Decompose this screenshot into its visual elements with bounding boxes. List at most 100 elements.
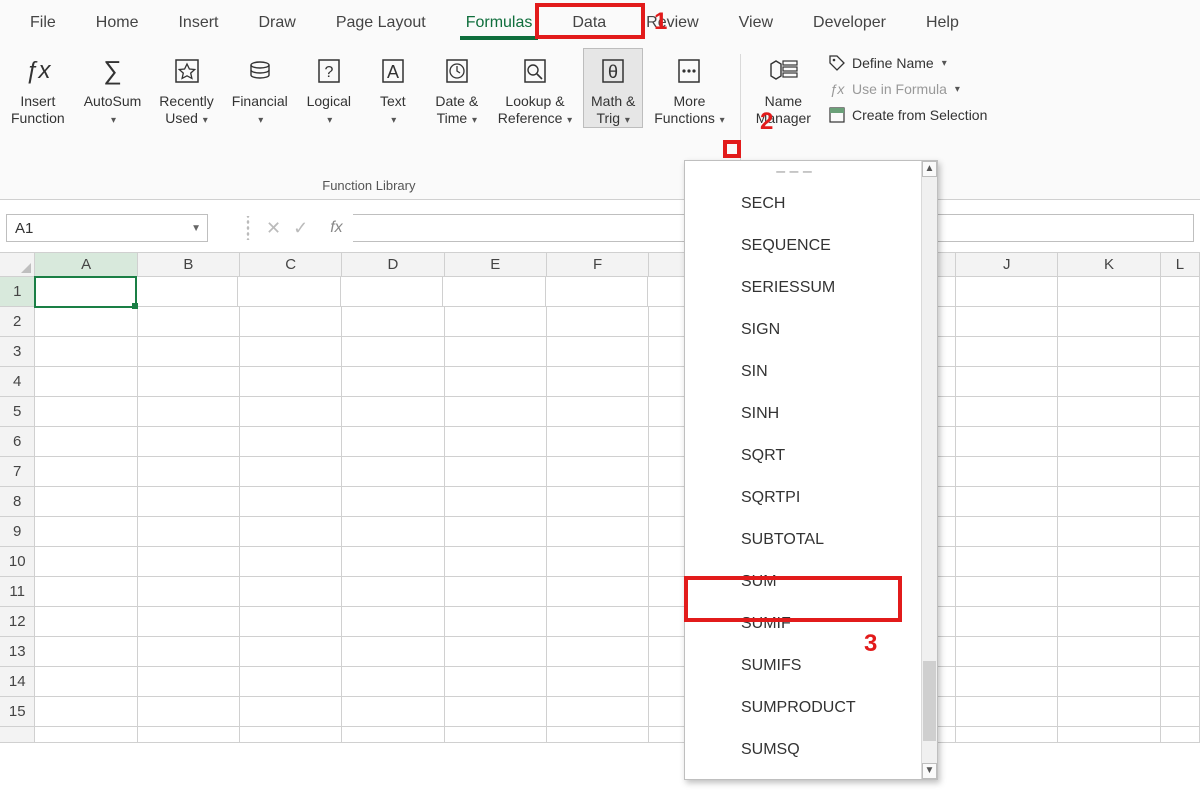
cell[interactable] [547,397,649,427]
cell[interactable] [1058,727,1160,743]
cell[interactable] [138,307,240,337]
tab-formulas[interactable]: Formulas [446,6,553,40]
dropdown-item[interactable]: SUMIF [685,603,921,645]
row-header[interactable]: 9 [0,517,35,547]
cell[interactable] [956,457,1058,487]
cell[interactable] [138,637,240,667]
dropdown-item[interactable]: SQRT [685,435,921,477]
cell[interactable] [445,307,547,337]
cell[interactable] [138,697,240,727]
cell[interactable] [138,577,240,607]
tab-insert[interactable]: Insert [158,6,238,40]
dropdown-item[interactable]: SEQUENCE [685,225,921,267]
row-header[interactable]: 12 [0,607,35,637]
cell[interactable] [445,697,547,727]
cell[interactable] [138,667,240,697]
cell[interactable] [445,397,547,427]
cell[interactable] [138,487,240,517]
cell[interactable] [1161,517,1200,547]
cell[interactable] [1058,607,1160,637]
cell[interactable] [35,607,137,637]
row-header[interactable]: 7 [0,457,35,487]
cell[interactable] [956,427,1058,457]
cell[interactable] [547,637,649,667]
cell[interactable] [35,427,137,457]
cell[interactable] [342,727,444,743]
cell[interactable] [547,577,649,607]
row-header[interactable]: 3 [0,337,35,367]
col-header[interactable]: E [445,253,547,276]
cell[interactable] [1058,367,1160,397]
cell[interactable] [445,367,547,397]
cell[interactable] [1161,427,1200,457]
scroll-thumb[interactable] [923,661,936,741]
cell[interactable] [956,487,1058,517]
cell[interactable] [445,517,547,547]
row-header[interactable] [0,727,35,743]
chevron-down-icon[interactable]: ▼ [191,223,201,234]
cell[interactable] [1161,397,1200,427]
dropdown-item[interactable]: SERIESSUM [685,267,921,309]
cell[interactable] [240,487,342,517]
cell[interactable] [956,607,1058,637]
cell[interactable] [138,607,240,637]
cell[interactable] [1058,517,1160,547]
row-header[interactable]: 1 [0,277,35,307]
cell[interactable] [547,517,649,547]
date-time-button[interactable]: Date & Time ▾ [427,48,487,128]
cell[interactable] [35,457,137,487]
cell[interactable] [342,487,444,517]
cell[interactable] [547,427,649,457]
cell[interactable] [956,337,1058,367]
cell[interactable] [35,397,137,427]
cell[interactable] [956,367,1058,397]
cell[interactable] [238,277,340,307]
cell[interactable] [342,667,444,697]
col-header[interactable]: J [956,253,1058,276]
cell[interactable] [1058,337,1160,367]
col-header[interactable]: D [342,253,444,276]
logical-button[interactable]: ? Logical▾ [299,48,359,128]
cell[interactable] [240,427,342,457]
math-trig-button[interactable]: θ Math & Trig ▾ [583,48,643,128]
col-header[interactable]: A [35,253,137,276]
cell[interactable] [35,307,137,337]
financial-button[interactable]: Financial▾ [225,48,295,128]
cell[interactable] [138,337,240,367]
cell[interactable] [35,487,137,517]
scroll-up-icon[interactable]: ▲ [922,161,937,177]
cell[interactable] [1058,427,1160,457]
cell[interactable] [1058,307,1160,337]
tab-view[interactable]: View [719,6,793,40]
cell[interactable] [342,427,444,457]
tab-home[interactable]: Home [76,6,159,40]
cell[interactable] [1058,577,1160,607]
cell[interactable] [240,577,342,607]
row-header[interactable]: 4 [0,367,35,397]
cell[interactable] [341,277,443,307]
select-all-corner[interactable] [0,253,35,276]
cell[interactable] [956,637,1058,667]
cell[interactable] [956,547,1058,577]
row-header[interactable]: 8 [0,487,35,517]
cell[interactable] [445,607,547,637]
cell[interactable] [445,487,547,517]
cell[interactable] [546,277,648,307]
cell[interactable] [1058,277,1160,307]
tab-page-layout[interactable]: Page Layout [316,6,446,40]
cell[interactable] [240,637,342,667]
cell[interactable] [342,337,444,367]
cell[interactable] [34,276,137,308]
cell[interactable] [956,697,1058,727]
row-header[interactable]: 2 [0,307,35,337]
cell[interactable] [342,307,444,337]
cell[interactable] [342,607,444,637]
cell[interactable] [1161,607,1200,637]
cell[interactable] [445,727,547,743]
cell[interactable] [138,517,240,547]
cell[interactable] [547,487,649,517]
cell[interactable] [342,397,444,427]
cell[interactable] [240,547,342,577]
cell[interactable] [956,727,1058,743]
cell[interactable] [547,667,649,697]
